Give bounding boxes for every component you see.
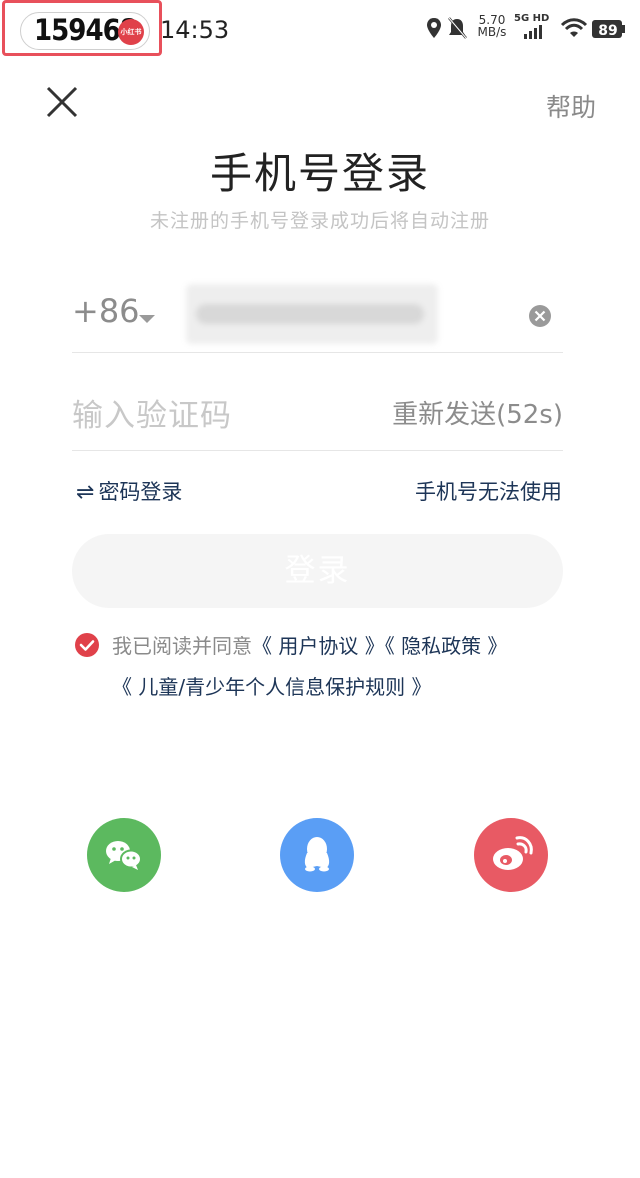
swap-icon: ⇌ xyxy=(76,480,95,505)
signal-icon xyxy=(524,25,542,39)
wechat-login-button[interactable] xyxy=(87,818,161,892)
wifi-icon xyxy=(560,18,588,37)
close-icon xyxy=(46,86,78,118)
country-code-select[interactable]: +86 xyxy=(72,292,140,330)
children-rules-link[interactable]: 《 儿童/青少年个人信息保护规则 》 xyxy=(112,675,431,699)
qq-login-button[interactable] xyxy=(280,818,354,892)
password-login-link[interactable]: ⇌ 密码登录 xyxy=(76,476,182,506)
battery-level: 89 xyxy=(598,23,618,39)
wechat-icon xyxy=(106,841,142,870)
xiaohongshu-logo-icon: 小红书 xyxy=(118,19,144,45)
status-icons: 5.70 MB/s 5G HD 89 xyxy=(426,13,626,46)
phone-number-input[interactable] xyxy=(186,284,438,344)
user-agreement-link[interactable]: 《 用户协议 》 xyxy=(252,634,385,658)
help-link[interactable]: 帮助 xyxy=(546,88,596,124)
clear-icon xyxy=(529,305,551,327)
verification-code-input[interactable]: 输入验证码 xyxy=(72,390,232,435)
agreement-text: 我已阅读并同意《 用户协议 》《 隐私政策 》 xyxy=(112,634,508,658)
qq-icon xyxy=(304,837,330,872)
divider xyxy=(72,450,563,451)
weibo-login-button[interactable] xyxy=(474,818,548,892)
status-time: 14:53 xyxy=(160,16,230,44)
phone-unavailable-link[interactable]: 手机号无法使用 xyxy=(415,476,562,506)
clear-input-button[interactable] xyxy=(528,304,552,332)
agreement-text-line2: 《 儿童/青少年个人信息保护规则 》 xyxy=(112,671,431,700)
check-icon xyxy=(75,633,99,657)
divider xyxy=(72,352,563,353)
privacy-policy-link[interactable]: 《 隐私政策 》 xyxy=(385,634,508,658)
page-title: 手机号登录 xyxy=(209,149,430,198)
login-button[interactable]: 登录 xyxy=(72,534,563,608)
resend-code-button[interactable]: 重新发送(52s) xyxy=(392,394,563,431)
weibo-icon xyxy=(493,836,533,870)
chevron-down-icon[interactable] xyxy=(138,309,156,328)
close-button[interactable] xyxy=(44,84,80,120)
page-subtitle: 未注册的手机号登录成功后将自动注册 xyxy=(149,210,490,232)
agreement-checkbox[interactable] xyxy=(74,632,100,662)
